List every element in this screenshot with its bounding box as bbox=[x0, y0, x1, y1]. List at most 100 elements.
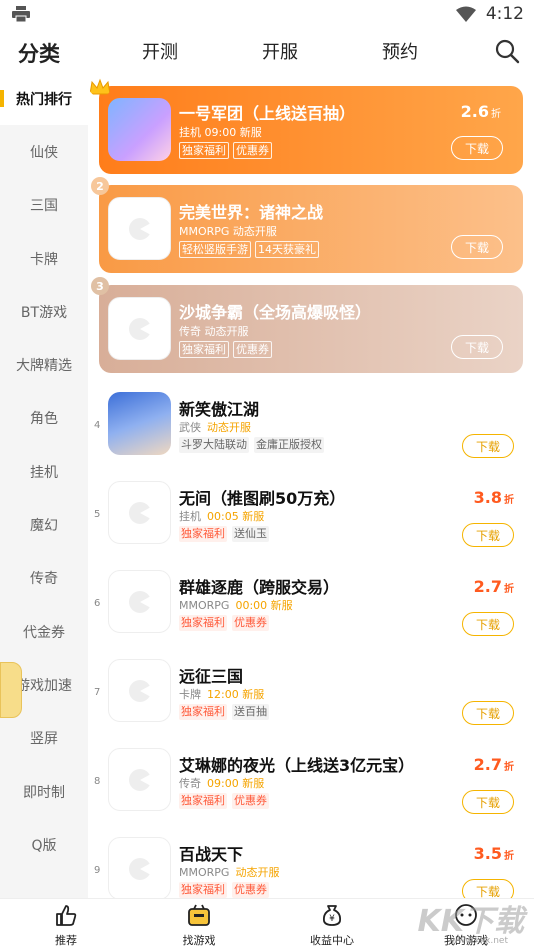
tag: 独家福利 bbox=[179, 526, 227, 542]
discount-value: 2.7 bbox=[473, 577, 502, 596]
placeholder-icon bbox=[128, 857, 151, 880]
tag: 独家福利 bbox=[179, 793, 227, 809]
game-icon bbox=[108, 197, 171, 260]
game-icon bbox=[108, 98, 171, 161]
server-info: 动态开服 bbox=[207, 421, 251, 434]
game-name: 艾琳娜的夜光（上线送3亿元宝） bbox=[179, 756, 415, 775]
sidebar-item-idle[interactable]: 挂机 bbox=[0, 445, 88, 498]
download-button[interactable]: 下载 bbox=[462, 612, 514, 636]
discount: 3.8 折 bbox=[474, 488, 514, 507]
tag: 独家福利 bbox=[179, 704, 227, 720]
list-item[interactable]: 7 远征三国 卡牌 12:00 新服 独家福利 送百抽 下载 bbox=[88, 649, 534, 738]
download-button[interactable]: 下载 bbox=[451, 335, 503, 359]
list-item[interactable]: 6 群雄逐鹿（跨服交易） MMORPG 00:00 新服 独家福利 优惠券 2.7… bbox=[88, 560, 534, 649]
server-info: 00:00 新服 bbox=[235, 599, 293, 612]
tag: 优惠券 bbox=[232, 882, 269, 898]
game-box-icon bbox=[188, 904, 210, 926]
sidebar-item-fantasy[interactable]: 魔幻 bbox=[0, 498, 88, 551]
server-info: 12:00 新服 bbox=[207, 688, 265, 701]
print-icon bbox=[12, 6, 30, 22]
status-bar: 4:12 bbox=[0, 0, 534, 30]
sidebar-item-hot[interactable]: 热门排行 bbox=[0, 72, 88, 126]
thumbs-up-icon bbox=[56, 905, 77, 926]
money-bag-icon: ¥ bbox=[322, 905, 342, 926]
discount: 3.5 折 bbox=[474, 844, 514, 863]
game-meta: MMORPG 动态开服 bbox=[179, 225, 277, 238]
tag: 送仙玉 bbox=[232, 526, 269, 542]
tab-server[interactable]: 开服 bbox=[262, 38, 298, 64]
placeholder-icon bbox=[128, 217, 151, 240]
crown-icon bbox=[89, 78, 111, 95]
sidebar-item-role[interactable]: 角色 bbox=[0, 392, 88, 445]
placeholder-icon bbox=[128, 501, 151, 524]
sidebar-item-voucher[interactable]: 代金券 bbox=[0, 605, 88, 658]
download-button[interactable]: 下载 bbox=[462, 523, 514, 547]
nav-label: 收益中心 bbox=[310, 934, 354, 947]
tag: 优惠券 bbox=[232, 793, 269, 809]
discount-unit: 折 bbox=[504, 495, 514, 506]
tag: 送百抽 bbox=[232, 704, 269, 720]
game-name: 完美世界：诸神之战 bbox=[179, 203, 324, 222]
top-card[interactable]: 一号军团（上线送百抽） 挂机 09:00 新服 独家福利 优惠券 2.6 折 下载 bbox=[89, 78, 523, 174]
sidebar-item-vertical[interactable]: 竖屏 bbox=[0, 712, 88, 765]
list-item[interactable]: 4 新笑傲江湖 武侠 动态开服 斗罗大陆联动 金庸正版授权 下载 bbox=[88, 382, 534, 471]
rank-badge: 2 bbox=[91, 177, 109, 195]
game-icon bbox=[108, 392, 171, 455]
clock: 4:12 bbox=[485, 4, 524, 24]
list-item[interactable]: 8 艾琳娜的夜光（上线送3亿元宝） 传奇 09:00 新服 独家福利 优惠券 2.… bbox=[88, 738, 534, 827]
game-name: 无间（推图刷50万充） bbox=[179, 489, 346, 508]
tag: 斗罗大陆联动 bbox=[179, 437, 249, 453]
sidebar-item-bt[interactable]: BT游戏 bbox=[0, 285, 88, 338]
sidebar-item-legend[interactable]: 传奇 bbox=[0, 552, 88, 605]
nav-earnings[interactable]: ¥ 收益中心 bbox=[292, 903, 372, 948]
game-genre: 传奇 bbox=[179, 777, 201, 790]
tab-category[interactable]: 分类 bbox=[18, 38, 60, 68]
nav-find-game[interactable]: 找游戏 bbox=[159, 903, 239, 948]
download-button[interactable]: 下载 bbox=[462, 701, 514, 725]
tag: 独家福利 bbox=[179, 615, 227, 631]
discount: 2.7 折 bbox=[474, 755, 514, 774]
placeholder-icon bbox=[128, 768, 151, 791]
tag: 14天获豪礼 bbox=[255, 241, 319, 258]
sidebar-item-xianxia[interactable]: 仙侠 bbox=[0, 125, 88, 178]
rank-number: 5 bbox=[94, 509, 101, 520]
game-name: 百战天下 bbox=[179, 845, 244, 864]
top-card[interactable]: 2 完美世界：诸神之战 MMORPG 动态开服 轻松竖版手游 14天获豪礼 下载 bbox=[91, 177, 523, 273]
sidebar-item-qstyle[interactable]: Q版 bbox=[0, 818, 88, 871]
game-genre: 武侠 bbox=[179, 421, 201, 434]
discount: 2.7 折 bbox=[474, 577, 514, 596]
top-card[interactable]: 3 沙城争霸（全场高爆吸怪） 传奇 动态开服 独家福利 优惠券 下载 bbox=[91, 277, 523, 373]
game-icon bbox=[108, 481, 171, 544]
sidebar-item-sanguo[interactable]: 三国 bbox=[0, 179, 88, 232]
list-item[interactable]: 9 百战天下 MMORPG 动态开服 独家福利 优惠券 3.5 折 下载 bbox=[88, 827, 534, 898]
tab-test[interactable]: 开测 bbox=[142, 38, 178, 64]
discount: 2.6 折 bbox=[461, 102, 501, 121]
game-genre: 挂机 bbox=[179, 510, 201, 523]
discount-value: 2.6 bbox=[460, 102, 489, 121]
game-icon bbox=[108, 297, 171, 360]
list-item[interactable]: 5 无间（推图刷50万充） 挂机 00:05 新服 独家福利 送仙玉 3.8 折 下… bbox=[88, 471, 534, 560]
ranking-list: 一号军团（上线送百抽） 挂机 09:00 新服 独家福利 优惠券 2.6 折 下载… bbox=[88, 72, 534, 898]
sidebar-item-card[interactable]: 卡牌 bbox=[0, 232, 88, 285]
game-name: 一号军团（上线送百抽） bbox=[179, 104, 356, 123]
svg-text:¥: ¥ bbox=[329, 914, 335, 924]
floating-assistant-tab[interactable] bbox=[0, 662, 22, 718]
server-info: 动态开服 bbox=[235, 866, 280, 879]
sidebar-item-realtime[interactable]: 即时制 bbox=[0, 765, 88, 818]
tab-reserve[interactable]: 预约 bbox=[382, 38, 418, 64]
download-button[interactable]: 下载 bbox=[462, 790, 514, 814]
search-icon[interactable] bbox=[494, 38, 520, 64]
sidebar-item-bigbrand[interactable]: 大牌精选 bbox=[0, 338, 88, 391]
nav-label: 推荐 bbox=[55, 934, 77, 947]
download-button[interactable]: 下载 bbox=[451, 136, 503, 160]
game-icon bbox=[108, 659, 171, 722]
placeholder-icon bbox=[128, 679, 151, 702]
game-icon bbox=[108, 570, 171, 633]
placeholder-icon bbox=[128, 590, 151, 613]
tag: 金庸正版授权 bbox=[254, 437, 324, 453]
download-button[interactable]: 下载 bbox=[462, 434, 514, 458]
nav-recommend[interactable]: 推荐 bbox=[26, 903, 106, 948]
watermark: KK下载 bbox=[417, 904, 525, 939]
tag: 优惠券 bbox=[233, 142, 272, 159]
download-button[interactable]: 下载 bbox=[451, 235, 503, 259]
